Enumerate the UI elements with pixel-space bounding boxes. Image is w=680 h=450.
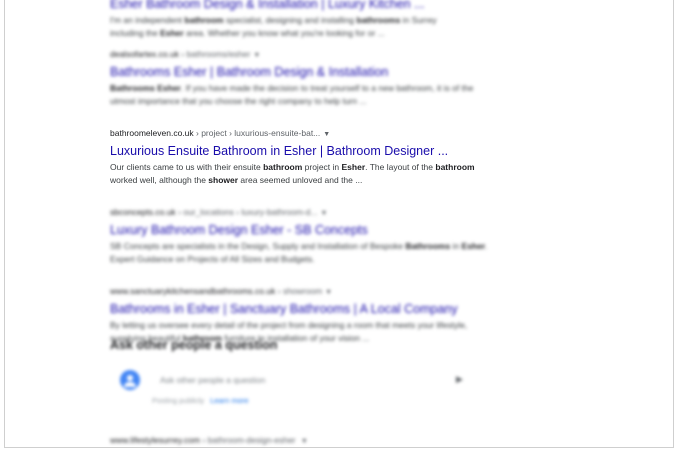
result-url[interactable]: www.lifestylesurrey.com › bathroom-desig… xyxy=(110,434,470,448)
result-snippet: SB Concepts are specialists in the Desig… xyxy=(110,241,488,264)
user-icon xyxy=(124,375,136,387)
chevron-down-icon[interactable]: ▼ xyxy=(301,438,308,445)
search-result: sbconcepts.co.uk › our_locations › luxur… xyxy=(110,206,490,265)
result-path: › our_locations › luxury-bathroom-d... xyxy=(178,207,318,217)
search-result: bathroomeleven.co.uk › project › luxurio… xyxy=(110,127,490,186)
search-results: dealsofartex.co.uk › bathrooms/esher ▼ Bat… xyxy=(110,48,490,364)
result-url[interactable]: dealsofartex.co.uk › bathrooms/esher ▼ xyxy=(110,48,490,62)
ask-people-section: Ask other people a question Ask other pe… xyxy=(110,338,470,392)
chevron-down-icon[interactable]: ▼ xyxy=(323,131,330,138)
result-url[interactable]: bathroomeleven.co.uk › project › luxurio… xyxy=(110,127,490,141)
result-path: › showroom xyxy=(277,286,323,296)
result-domain: sbconcepts.co.uk xyxy=(110,207,176,217)
result-title-link[interactable]: Esher Bathroom Design & Installation | L… xyxy=(110,0,440,13)
learn-more-link[interactable]: Learn more xyxy=(210,396,248,405)
search-result: dealsofartex.co.uk › bathrooms/esher ▼ Bat… xyxy=(110,48,490,107)
result-path: › bathroom-design-esher xyxy=(202,435,296,445)
result-path: › bathrooms/esher xyxy=(181,49,251,59)
result-title-link[interactable]: Bathrooms in Esher | Sanctuary Bathrooms… xyxy=(110,301,490,318)
result-url[interactable]: www.sanctuarykitchensandbathrooms.co.uk … xyxy=(110,285,490,299)
top-result: Esher Bathroom Design & Installation | L… xyxy=(110,0,440,39)
result-domain: www.sanctuarykitchensandbathrooms.co.uk xyxy=(110,286,276,296)
result-title-link[interactable]: Luxury Bathroom Design Esher - SB Concep… xyxy=(110,222,490,239)
chevron-down-icon[interactable]: ▼ xyxy=(253,52,260,59)
result-path: › project › luxurious-ensuite-bat... xyxy=(196,128,321,138)
result-snippet: Bathrooms Esher. If you have made the de… xyxy=(110,83,474,106)
chevron-down-icon[interactable]: ▼ xyxy=(325,289,332,296)
result-domain: dealsofartex.co.uk xyxy=(110,49,179,59)
send-icon[interactable]: ▶ xyxy=(456,374,463,385)
result-snippet: Our clients came to us with their ensuit… xyxy=(110,162,475,185)
ask-question-row[interactable]: Ask other people a question ▶ xyxy=(110,370,470,392)
result-title-link[interactable]: Bathrooms Esher | Bathroom Design & Inst… xyxy=(110,64,490,81)
posting-note: Posting publicly Learn more xyxy=(152,396,249,405)
bottom-result: www.lifestylesurrey.com › bathroom-desig… xyxy=(110,434,470,448)
section-heading: Ask other people a question xyxy=(110,338,278,352)
result-url[interactable]: sbconcepts.co.uk › our_locations › luxur… xyxy=(110,206,490,220)
result-snippet: I'm an independent bathroom specialist, … xyxy=(110,15,437,38)
ask-question-input[interactable]: Ask other people a question xyxy=(160,375,265,385)
posting-publicly-text: Posting publicly xyxy=(152,396,205,405)
chevron-down-icon[interactable]: ▼ xyxy=(320,210,327,217)
avatar xyxy=(120,370,140,390)
search-result: www.sanctuarykitchensandbathrooms.co.uk … xyxy=(110,285,490,344)
result-domain: www.lifestylesurrey.com xyxy=(110,435,201,445)
result-domain: bathroomeleven.co.uk xyxy=(110,128,194,138)
result-title-link[interactable]: Luxurious Ensuite Bathroom in Esher | Ba… xyxy=(110,143,490,160)
